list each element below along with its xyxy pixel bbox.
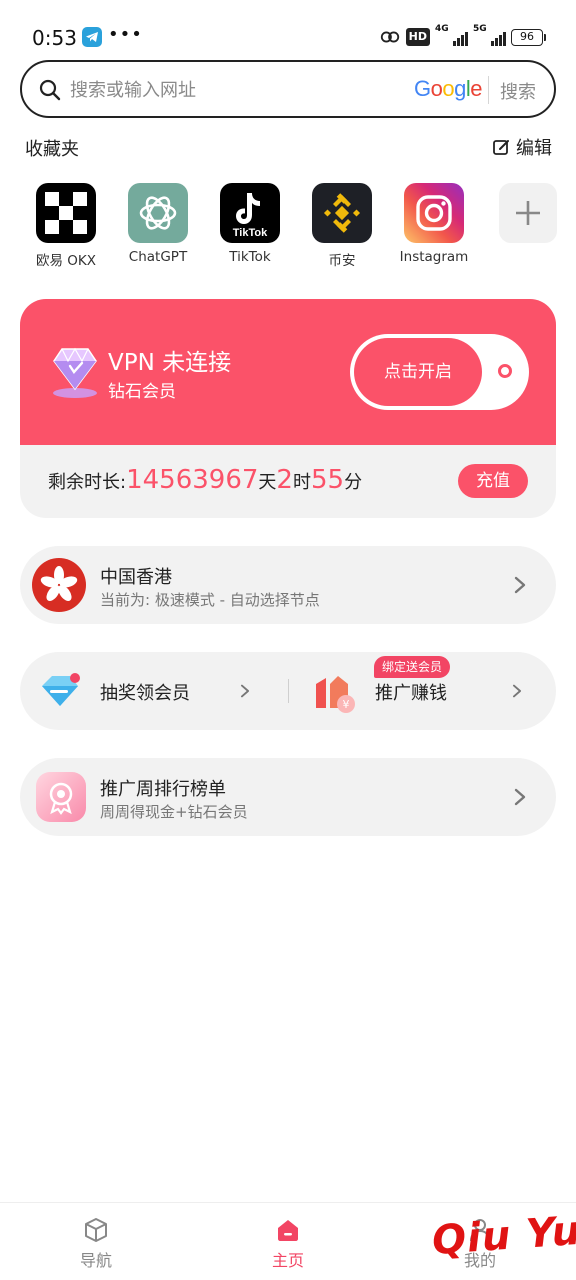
vpn-card: VPN 未连接 钻石会员 点击开启 剩余时长: 14563967 天 2 时 5…: [20, 299, 556, 518]
tiktok-icon: TikTok: [220, 183, 280, 243]
chatgpt-icon: [128, 183, 188, 243]
search-divider: [488, 76, 489, 104]
telegram-icon: [82, 27, 102, 47]
lottery-gem-icon: [42, 673, 80, 706]
nav-item-navigation[interactable]: 导航: [46, 1217, 146, 1271]
search-input[interactable]: [70, 74, 400, 106]
nav-label: 导航: [79, 1251, 112, 1270]
battery-icon: 96: [511, 28, 546, 46]
chevron-right-icon: [514, 788, 526, 806]
node-subtitle: 当前为: 极速模式 - 自动选择节点: [100, 591, 320, 609]
remaining-time: 剩余时长: 14563967 天 2 时 55 分: [48, 465, 363, 495]
favorite-label: 币安: [328, 253, 356, 269]
favorite-label: 欧易 OKX: [35, 253, 97, 269]
promo-badge: 绑定送会员: [374, 656, 451, 678]
edit-label: 编辑: [516, 138, 552, 159]
node-selector[interactable]: 中国香港 当前为: 极速模式 - 自动选择节点: [20, 546, 556, 624]
favorite-label: ChatGPT: [128, 249, 188, 265]
favorite-label: TikTok: [229, 249, 271, 265]
link-icon: [380, 31, 399, 43]
vpn-connect-button[interactable]: 点击开启: [354, 338, 482, 406]
search-button[interactable]: 搜索: [500, 78, 536, 104]
plus-icon: [499, 183, 557, 243]
cube-icon: [85, 1218, 107, 1242]
promo-row: 抽奖领会员 ¥ 绑定送会员 推广赚钱: [20, 652, 556, 730]
okx-icon: [36, 183, 96, 243]
remaining-days: 14563967: [126, 465, 259, 495]
hong-kong-flag-icon: [32, 558, 86, 612]
chevron-right-icon: [514, 576, 526, 594]
search-bar[interactable]: Google 搜索: [20, 60, 556, 118]
earn-button[interactable]: 推广赚钱: [375, 679, 447, 705]
ranking-row[interactable]: 推广周排行榜单 周周得现金+钻石会员: [20, 758, 556, 836]
home-icon: [278, 1220, 298, 1241]
remaining-hours: 2: [276, 465, 293, 495]
nav-item-home[interactable]: 主页: [238, 1217, 338, 1271]
vpn-status: VPN 未连接: [108, 350, 232, 376]
hd-badge: HD: [405, 28, 430, 46]
more-notifications-icon: •••: [108, 24, 143, 45]
add-favorite-button[interactable]: [482, 183, 574, 243]
svg-text:¥: ¥: [343, 698, 350, 711]
search-icon: [39, 79, 61, 101]
promotion-earn-icon: ¥: [316, 676, 355, 713]
lottery-button[interactable]: 抽奖领会员: [100, 679, 190, 705]
node-title: 中国香港: [100, 567, 172, 588]
vpn-toggle[interactable]: 点击开启: [350, 334, 529, 410]
toggle-indicator: [498, 364, 512, 378]
status-time: 0:53: [32, 26, 77, 50]
favorite-okx[interactable]: 欧易 OKX: [20, 183, 112, 269]
membership-level: 钻石会员: [108, 382, 176, 402]
nav-label: 主页: [271, 1251, 304, 1270]
favorites-title: 收藏夹: [25, 139, 79, 160]
chevron-right-icon: [240, 684, 250, 698]
diamond-icon: [53, 347, 97, 398]
favorite-binance[interactable]: 币安: [296, 183, 388, 269]
favorite-tiktok[interactable]: TikTok TikTok: [204, 183, 296, 265]
favorite-label: Instagram: [399, 249, 469, 265]
edit-button[interactable]: 编辑: [492, 134, 552, 160]
ranking-title: 推广周排行榜单: [100, 779, 226, 800]
svg-text:TikTok: TikTok: [233, 227, 268, 239]
instagram-icon: [404, 183, 464, 243]
edit-icon: [493, 140, 509, 155]
ranking-subtitle: 周周得现金+钻石会员: [100, 803, 248, 821]
favorite-chatgpt[interactable]: ChatGPT: [112, 183, 204, 265]
signal-4g-icon: 4G: [435, 24, 468, 46]
signal-5g-icon: 5G: [473, 24, 506, 46]
vpn-header: VPN 未连接 钻石会员 点击开启: [20, 299, 556, 445]
recharge-button[interactable]: 充值: [458, 464, 528, 498]
promo-divider: [288, 679, 289, 703]
remaining-minutes: 55: [310, 465, 345, 495]
binance-icon: [312, 183, 372, 243]
google-logo: Google: [414, 76, 483, 101]
favorites-row: 欧易 OKX ChatGPT TikTok TikTok 币安 Instagra…: [0, 183, 576, 273]
favorite-instagram[interactable]: Instagram: [388, 183, 480, 265]
ranking-medal-icon: [36, 772, 86, 822]
chevron-right-icon: [512, 684, 522, 698]
